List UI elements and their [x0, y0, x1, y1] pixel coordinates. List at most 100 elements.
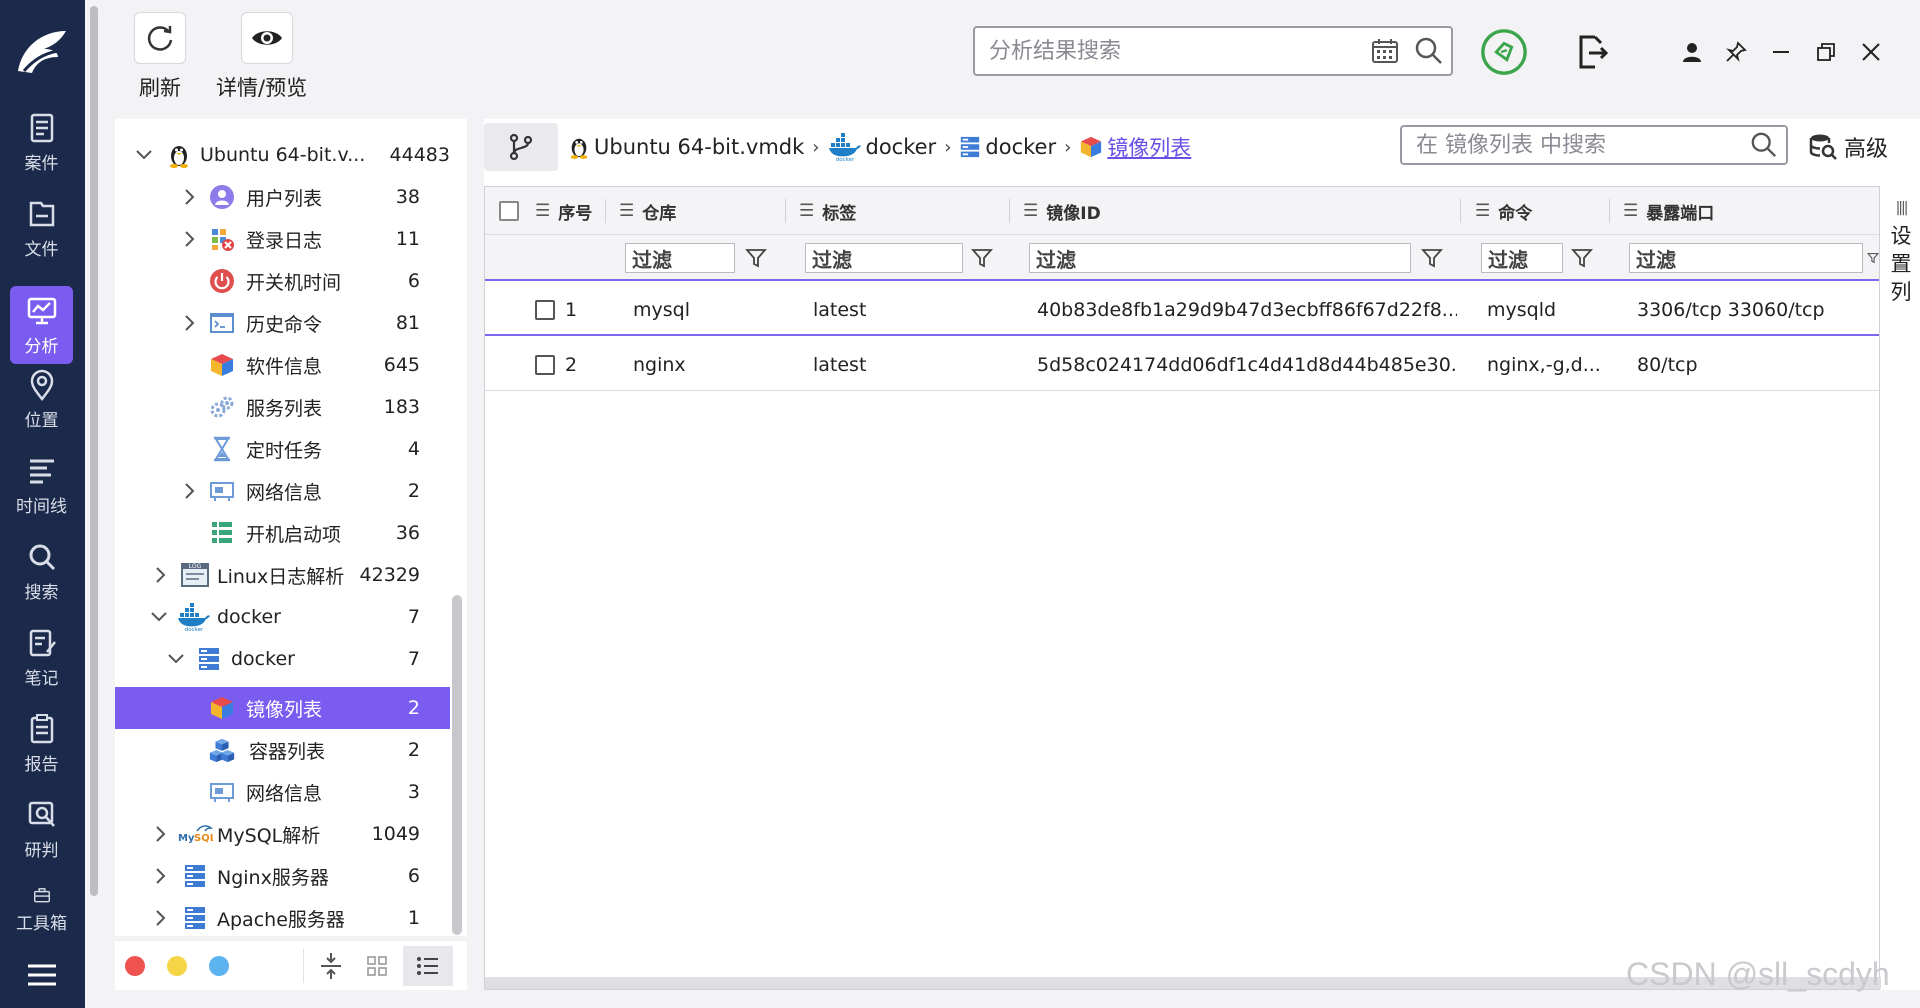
tree-node-docker-network[interactable]: 网络信息 3: [115, 771, 450, 813]
column-header-command[interactable]: ☰ 命令: [1475, 187, 1532, 235]
chevron-right-icon[interactable]: [180, 229, 200, 249]
chevron-right-icon[interactable]: [151, 824, 171, 844]
tree-node-docker-sub[interactable]: docker 7: [115, 638, 450, 680]
rail-item-file[interactable]: 文件: [10, 189, 73, 267]
rail-item-notes[interactable]: 笔记: [10, 618, 73, 696]
tree-node-cron[interactable]: 定时任务 4: [115, 428, 450, 470]
pin-icon[interactable]: [1718, 34, 1754, 70]
menu-icon[interactable]: [24, 960, 60, 990]
column-label: 序号: [558, 203, 593, 224]
user-icon[interactable]: [1674, 34, 1710, 70]
yellow-tag-dot[interactable]: [167, 956, 187, 976]
filter-icon[interactable]: [1419, 245, 1445, 271]
rail-item-judge[interactable]: 研判: [10, 790, 73, 868]
rail-item-report[interactable]: 报告: [10, 704, 73, 782]
left-nav-rail: 案件 文件 分析 位置 时间线 搜索 笔记 报告 研判 工具箱: [0, 0, 85, 1008]
tree-node-nginx[interactable]: Nginx服务器 6: [115, 855, 450, 897]
calendar-icon[interactable]: [1363, 29, 1407, 73]
table-row[interactable]: 1 mysql latest 40b83de8fb1a29d9b47d3ecbf…: [485, 283, 1879, 336]
tree-node-users[interactable]: 用户列表 38: [115, 176, 450, 218]
chevron-down-icon[interactable]: [166, 649, 186, 669]
refresh-button[interactable]: 刷新: [134, 12, 186, 102]
filter-input-ports[interactable]: 过滤: [1629, 243, 1863, 273]
chevron-right-icon[interactable]: [151, 866, 171, 886]
tree-node-apache[interactable]: Apache服务器 1: [115, 897, 450, 936]
row-checkbox[interactable]: [535, 299, 555, 320]
chevron-down-icon[interactable]: [149, 607, 169, 627]
tree-count: 42329: [359, 564, 420, 586]
shield-status-icon[interactable]: [1480, 28, 1528, 76]
advanced-search-button[interactable]: 高级: [1808, 127, 1888, 167]
chevron-right-icon[interactable]: [151, 565, 171, 585]
filter-input-command[interactable]: 过滤: [1481, 243, 1563, 273]
tree-scrollbar[interactable]: [452, 595, 462, 935]
rail-label: 分析: [24, 336, 59, 357]
select-all-checkbox[interactable]: [499, 201, 519, 221]
breadcrumb-item[interactable]: Ubuntu 64-bit.vmdk: [568, 135, 804, 159]
row-checkbox[interactable]: [535, 354, 555, 375]
restore-button[interactable]: [1808, 34, 1844, 70]
tree-node-power-time[interactable]: 开关机时间 6: [115, 260, 450, 302]
column-header-repo[interactable]: ☰ 仓库: [619, 187, 676, 235]
breadcrumb-label: Ubuntu 64-bit.vmdk: [594, 135, 805, 159]
close-button[interactable]: [1853, 34, 1889, 70]
column-header-image-id[interactable]: ☰ 镜像ID: [1023, 187, 1101, 235]
filter-icon[interactable]: [743, 245, 769, 271]
tree-node-startup[interactable]: 开机启动项 36: [115, 512, 450, 554]
branch-toggle-button[interactable]: [484, 123, 558, 171]
rail-item-search[interactable]: 搜索: [10, 532, 73, 610]
rail-item-timeline[interactable]: 时间线: [10, 446, 73, 524]
chevron-down-icon[interactable]: [134, 145, 154, 165]
chevron-right-icon[interactable]: [180, 481, 200, 501]
export-icon[interactable]: [1568, 28, 1616, 76]
column-settings-button[interactable]: |||| 设 置 列: [1882, 186, 1920, 326]
tree-node-docker[interactable]: docker docker 7: [115, 596, 450, 638]
list-view-button[interactable]: [403, 946, 453, 986]
tree-node-login-log[interactable]: 登录日志 11: [115, 218, 450, 260]
filter-input-image-id[interactable]: 过滤: [1029, 243, 1411, 273]
breadcrumb-item[interactable]: docker: [959, 135, 1056, 159]
filter-input-repo[interactable]: 过滤: [625, 243, 735, 273]
tree-node-image-list[interactable]: 镜像列表 2: [115, 687, 450, 729]
breadcrumb-item[interactable]: docker docker: [828, 132, 936, 162]
rail-item-toolbox[interactable]: 工具箱: [10, 876, 73, 934]
chevron-right-icon[interactable]: [180, 313, 200, 333]
svg-text:My: My: [178, 833, 195, 844]
rail-item-analysis[interactable]: 分析: [10, 286, 73, 364]
tree-node-mysql[interactable]: My SQL MySQL解析 1049: [115, 813, 450, 855]
rail-item-case[interactable]: 案件: [10, 103, 73, 181]
tree-node-services[interactable]: 服务列表 183: [115, 386, 450, 428]
tree-node-container-list[interactable]: 容器列表 2: [115, 729, 450, 771]
list-icon: [208, 519, 236, 547]
search-icon[interactable]: [1407, 29, 1451, 73]
breadcrumb-separator: ›: [812, 136, 820, 158]
chevron-right-icon[interactable]: [151, 908, 171, 928]
tree-node-ubuntu[interactable]: Ubuntu 64-bit.v... 44483: [115, 134, 450, 176]
table-row[interactable]: 2 nginx latest 5d58c024174dd06df1c4d41d8…: [485, 338, 1879, 391]
column-header-tag[interactable]: ☰ 标签: [799, 187, 856, 235]
analysis-search-input[interactable]: [975, 38, 1363, 64]
table-search-input[interactable]: [1402, 132, 1742, 158]
breadcrumb-item-current[interactable]: 镜像列表: [1079, 132, 1191, 162]
red-tag-dot[interactable]: [125, 956, 145, 976]
filter-input-tag[interactable]: 过滤: [805, 243, 963, 273]
column-header-ports[interactable]: ☰ 暴露端口: [1623, 187, 1714, 235]
tree-node-linux-log[interactable]: LOG Linux日志解析 42329: [115, 554, 450, 596]
select-all-checkbox-cell: [499, 187, 529, 235]
minimize-button[interactable]: [1763, 34, 1799, 70]
tree-node-history-cmd[interactable]: 历史命令 81: [115, 302, 450, 344]
rail-scrollbar[interactable]: [88, 0, 100, 1008]
details-preview-button[interactable]: 详情/预览: [216, 12, 307, 102]
search-icon[interactable]: [1742, 127, 1786, 163]
grid-view-button[interactable]: [357, 946, 397, 986]
blue-tag-dot[interactable]: [209, 956, 229, 976]
collapse-all-button[interactable]: [311, 946, 351, 986]
tree-node-network[interactable]: 网络信息 2: [115, 470, 450, 512]
filter-icon[interactable]: [1569, 245, 1595, 271]
filter-icon[interactable]: [1867, 245, 1879, 271]
column-header-index[interactable]: ☰ 序号: [535, 187, 592, 235]
chevron-right-icon[interactable]: [180, 187, 200, 207]
filter-icon[interactable]: [969, 245, 995, 271]
tree-node-software[interactable]: 软件信息 645: [115, 344, 450, 386]
rail-item-location[interactable]: 位置: [10, 360, 73, 438]
